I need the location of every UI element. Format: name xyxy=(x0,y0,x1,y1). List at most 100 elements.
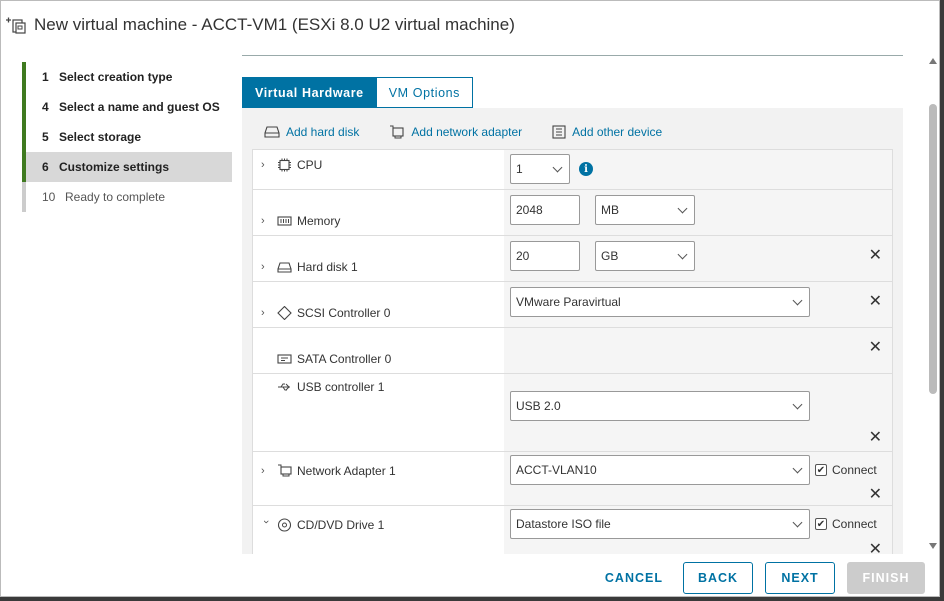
hard-disk-label[interactable]: › Hard disk 1 xyxy=(261,260,358,274)
checkmark-icon: ✔ xyxy=(815,518,827,530)
hardware-row-network-adapter: › Network Adapter 1 ACCT-VLAN10 ✔ Connec… xyxy=(253,452,892,506)
scroll-down-icon[interactable] xyxy=(929,543,937,549)
row-label-cell: › Network Adapter 1 xyxy=(253,452,504,505)
wizard-steps: 1 Select creation type 4 Select a name a… xyxy=(22,62,232,212)
sata-controller-label: SATA Controller 0 xyxy=(277,352,391,366)
network-adapter-text: Network Adapter 1 xyxy=(297,464,396,478)
step-select-name-guest-os[interactable]: 4 Select a name and guest OS xyxy=(22,92,232,122)
remove-cd-dvd-icon[interactable]: ✕ xyxy=(869,542,882,555)
chevron-down-icon xyxy=(677,203,688,214)
disk-size-input[interactable]: 20 xyxy=(510,241,580,271)
cd-dvd-icon xyxy=(277,518,292,532)
hard-disk-icon xyxy=(264,126,280,138)
network-adapter-label[interactable]: › Network Adapter 1 xyxy=(261,464,396,478)
row-label-cell: › Memory xyxy=(253,190,504,235)
sata-controller-icon xyxy=(277,354,292,364)
hardware-row-usb-controller: USB controller 1 USB 2.0 ✕ xyxy=(253,374,892,452)
hard-disk-icon xyxy=(277,262,292,273)
sata-controller-text: SATA Controller 0 xyxy=(297,352,392,366)
disk-unit-value: GB xyxy=(601,249,619,263)
step-select-creation-type[interactable]: 1 Select creation type xyxy=(22,62,232,92)
hardware-toolbar: Add hard disk Add network adapter Add ot… xyxy=(264,125,692,139)
row-value-cell: ACCT-VLAN10 ✔ Connect ✕ xyxy=(504,452,892,505)
chevron-down-icon: › xyxy=(260,520,272,524)
scrollbar-thumb[interactable] xyxy=(929,104,937,394)
remove-sata-controller-icon[interactable]: ✕ xyxy=(869,340,882,356)
chevron-down-icon xyxy=(792,517,803,528)
hardware-row-cd-dvd: › CD/DVD Drive 1 Datastore ISO file ✔ Co… xyxy=(253,506,892,554)
step-select-storage[interactable]: 5 Select storage xyxy=(22,122,232,152)
scsi-controller-label[interactable]: › SCSI Controller 0 xyxy=(261,306,390,320)
chevron-right-icon: › xyxy=(261,307,265,319)
usb-icon xyxy=(278,383,290,391)
step-number: 10 xyxy=(42,190,56,204)
cd-dvd-media-select[interactable]: Datastore ISO file xyxy=(510,509,810,539)
memory-label[interactable]: › Memory xyxy=(261,214,340,228)
add-network-adapter-label: Add network adapter xyxy=(411,125,523,139)
chevron-down-icon xyxy=(792,295,803,306)
row-label-cell: › CD/DVD Drive 1 xyxy=(253,506,504,554)
hardware-row-hard-disk: › Hard disk 1 20 GB ✕ xyxy=(253,236,892,282)
checkmark-icon: ✔ xyxy=(815,464,827,476)
row-label-cell: SATA Controller 0 xyxy=(253,328,504,373)
cd-dvd-connect-checkbox[interactable]: ✔ Connect xyxy=(815,517,877,531)
remove-network-adapter-icon[interactable]: ✕ xyxy=(869,487,882,503)
scsi-controller-icon xyxy=(277,306,292,320)
row-value-cell: USB 2.0 ✕ xyxy=(504,374,892,451)
cd-dvd-media-value: Datastore ISO file xyxy=(516,517,611,531)
disk-unit-select[interactable]: GB xyxy=(595,241,695,271)
step-label: Select creation type xyxy=(59,70,173,84)
network-select[interactable]: ACCT-VLAN10 xyxy=(510,455,810,485)
step-label: Ready to complete xyxy=(65,190,166,204)
add-hard-disk-label: Add hard disk xyxy=(286,125,360,139)
network-connect-checkbox[interactable]: ✔ Connect xyxy=(815,463,877,477)
row-value-cell: 1 i xyxy=(504,150,892,189)
scroll-up-icon[interactable] xyxy=(929,58,937,64)
cd-dvd-label[interactable]: › CD/DVD Drive 1 xyxy=(260,518,385,532)
chevron-down-icon xyxy=(677,249,688,260)
scsi-type-value: VMware Paravirtual xyxy=(516,295,621,309)
back-button[interactable]: BACK xyxy=(683,562,753,594)
cancel-button[interactable]: CANCEL xyxy=(597,562,671,594)
hardware-row-scsi-controller: › SCSI Controller 0 VMware Paravirtual ✕ xyxy=(253,282,892,328)
add-other-device-button[interactable]: Add other device xyxy=(552,125,662,139)
cpu-count-select[interactable]: 1 xyxy=(510,154,570,184)
scsi-type-select[interactable]: VMware Paravirtual xyxy=(510,287,810,317)
step-customize-settings[interactable]: 6 Customize settings xyxy=(22,152,232,182)
cd-dvd-text: CD/DVD Drive 1 xyxy=(297,518,385,532)
memory-unit-select[interactable]: MB xyxy=(595,195,695,225)
remove-scsi-controller-icon[interactable]: ✕ xyxy=(869,294,882,310)
usb-type-select[interactable]: USB 2.0 xyxy=(510,391,810,421)
new-vm-icon xyxy=(6,17,26,34)
info-icon[interactable]: i xyxy=(579,162,593,176)
network-adapter-icon xyxy=(278,464,292,477)
hardware-row-sata-controller: SATA Controller 0 ✕ xyxy=(253,328,892,374)
remove-hard-disk-icon[interactable]: ✕ xyxy=(869,248,882,264)
add-network-adapter-button[interactable]: Add network adapter xyxy=(389,125,522,139)
cpu-icon xyxy=(278,158,291,172)
add-hard-disk-button[interactable]: Add hard disk xyxy=(264,125,359,139)
cpu-text: CPU xyxy=(297,158,323,172)
memory-icon xyxy=(277,216,292,226)
step-ready-to-complete[interactable]: 10 Ready to complete xyxy=(22,182,232,212)
dialog-title: New virtual machine - ACCT-VM1 (ESXi 8.0… xyxy=(34,15,515,34)
hardware-scrollbar[interactable] xyxy=(927,56,939,551)
network-adapter-icon xyxy=(390,125,404,139)
memory-text: Memory xyxy=(297,214,341,228)
step-label: Customize settings xyxy=(59,160,170,174)
settings-tabs: Virtual Hardware VM Options xyxy=(242,77,474,108)
row-label-cell: USB controller 1 xyxy=(253,374,504,451)
title-divider xyxy=(242,55,903,56)
row-label-cell: › SCSI Controller 0 xyxy=(253,282,504,327)
finish-button[interactable]: FINISH xyxy=(847,562,925,594)
remove-usb-controller-icon[interactable]: ✕ xyxy=(869,430,882,446)
cpu-label[interactable]: › CPU xyxy=(261,158,322,172)
other-device-icon xyxy=(552,125,566,139)
cd-dvd-connect-label: Connect xyxy=(832,517,877,531)
next-button[interactable]: NEXT xyxy=(765,562,835,594)
tab-vm-options[interactable]: VM Options xyxy=(376,77,474,108)
tab-virtual-hardware[interactable]: Virtual Hardware xyxy=(242,77,377,108)
step-number: 1 xyxy=(42,70,49,84)
chevron-down-icon xyxy=(792,463,803,474)
memory-size-input[interactable]: 2048 xyxy=(510,195,580,225)
